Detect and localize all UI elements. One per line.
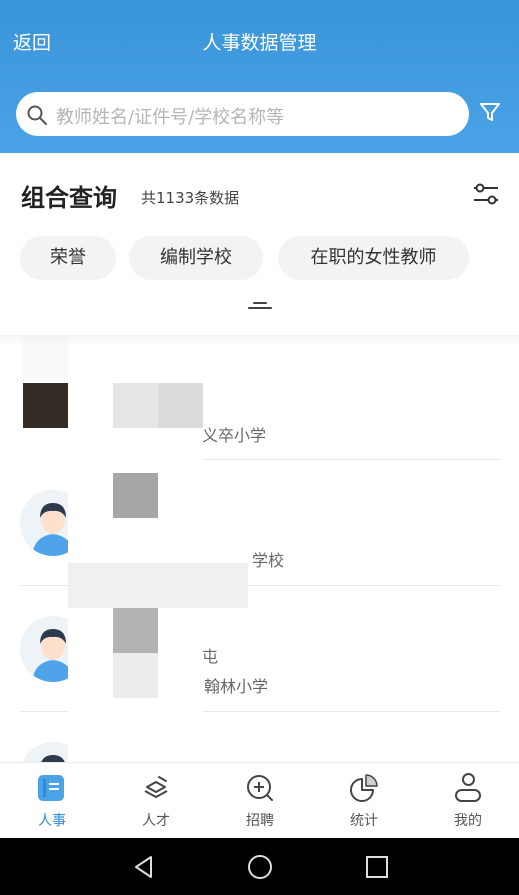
query-panel: 组合查询 共1133条数据 荣誉 编制学校 在职的女性教师 (0, 153, 519, 335)
redaction-block (158, 428, 203, 461)
redaction-block (158, 383, 203, 428)
app-header: 返回 人事数据管理 教师姓名/证件号/学校名称等 (0, 0, 519, 153)
search-icon (27, 105, 47, 125)
search-placeholder: 教师姓名/证件号/学校名称等 (56, 107, 285, 128)
system-nav-bar (0, 838, 519, 895)
recents-nav-icon[interactable] (364, 854, 390, 880)
redaction-block (113, 383, 158, 428)
teacher-name-partial: 屯 (202, 647, 219, 666)
query-title: 组合查询 (21, 184, 117, 212)
redaction-block (113, 473, 158, 518)
page-title: 人事数据管理 (202, 32, 317, 54)
school-name: 义卒小学 (202, 426, 267, 445)
back-nav-icon[interactable] (131, 854, 157, 880)
school-name: 翰林小学 (204, 677, 269, 696)
redaction-block (23, 383, 68, 428)
tab-stats[interactable]: 统计 (312, 763, 416, 839)
filter-chip-honor[interactable]: 荣誉 (20, 236, 116, 280)
adjust-icon[interactable] (472, 180, 500, 208)
stats-icon (350, 774, 378, 802)
tab-personnel[interactable]: 人事 (0, 763, 104, 839)
tab-label: 人才 (142, 813, 170, 829)
redaction-block (113, 608, 158, 653)
personnel-icon (38, 775, 64, 801)
collapse-handle-icon[interactable] (248, 302, 272, 311)
tab-label: 招聘 (246, 813, 274, 829)
home-nav-icon[interactable] (247, 854, 273, 880)
tab-talent[interactable]: 人才 (104, 763, 208, 839)
school-name: 学校 (252, 551, 285, 570)
talent-icon (144, 776, 168, 798)
result-count: 共1133条数据 (141, 189, 240, 207)
filter-chip-staffing-school[interactable]: 编制学校 (129, 236, 263, 280)
tab-label: 统计 (350, 813, 378, 829)
redaction-block (158, 462, 248, 562)
filter-chip-female-teachers[interactable]: 在职的女性教师 (278, 236, 469, 280)
tab-profile[interactable]: 我的 (416, 763, 519, 839)
filter-icon[interactable] (478, 100, 502, 124)
tab-recruit[interactable]: 招聘 (208, 763, 312, 839)
recruit-icon (247, 775, 273, 801)
tab-label: 人事 (38, 813, 66, 829)
panel-divider (0, 335, 519, 347)
redaction-block (158, 608, 203, 718)
search-input[interactable]: 教师姓名/证件号/学校名称等 (16, 92, 469, 136)
bottom-tab-bar: 人事 人才 招聘 统计 我的 (0, 762, 519, 838)
tab-label: 我的 (454, 813, 482, 829)
redaction-block (68, 563, 248, 608)
redaction-block (113, 653, 158, 698)
profile-icon (455, 773, 481, 802)
